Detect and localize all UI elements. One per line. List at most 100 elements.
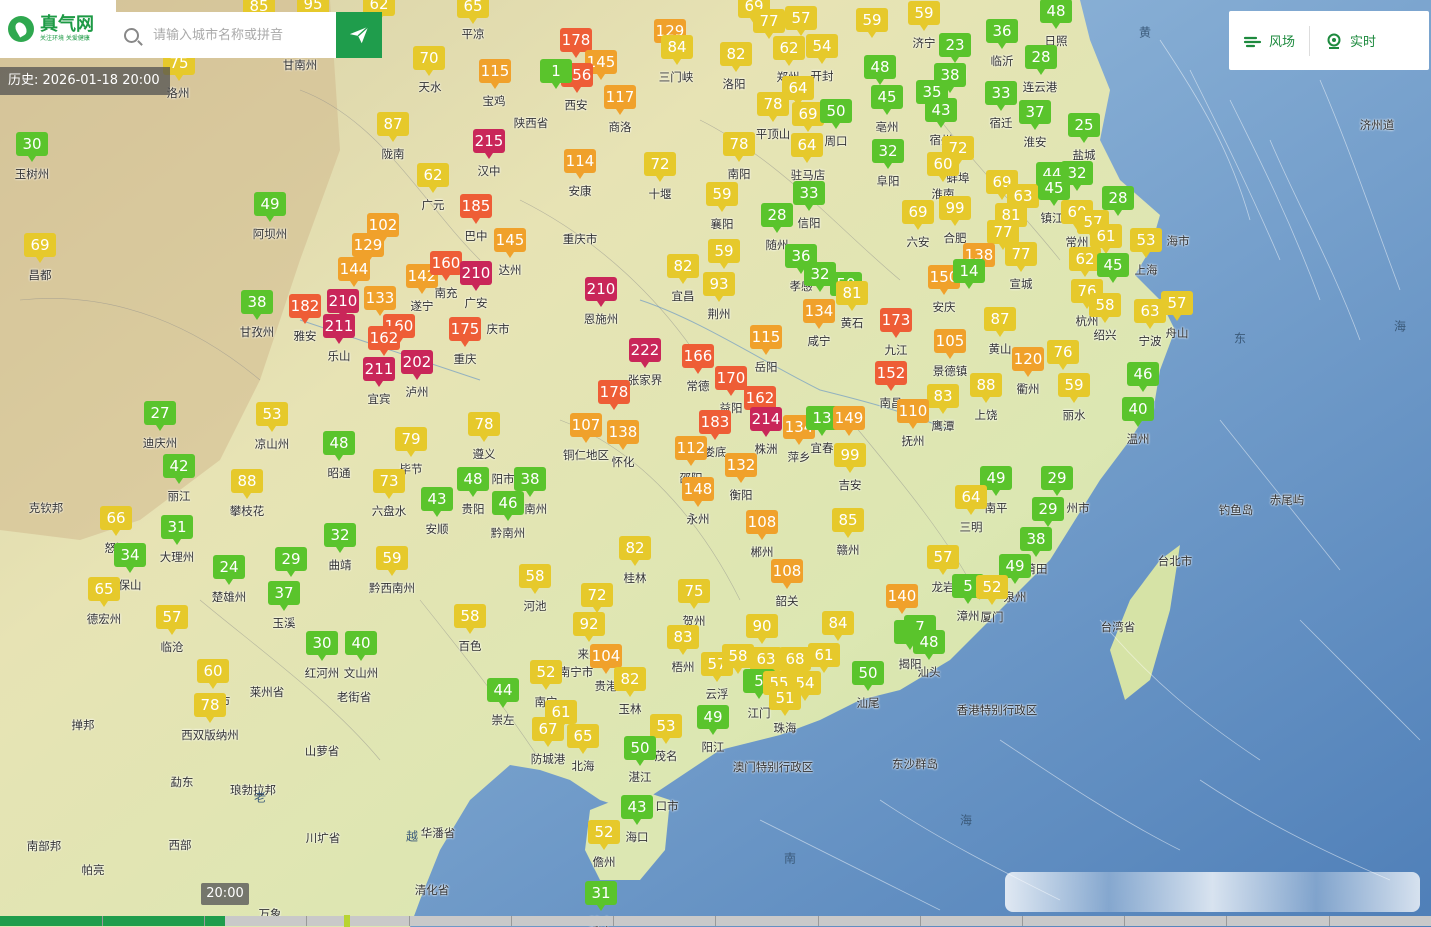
aqi-marker[interactable]: 183 bbox=[699, 410, 731, 440]
aqi-marker[interactable]: 66 bbox=[100, 506, 132, 536]
aqi-marker[interactable]: 1 bbox=[540, 59, 572, 89]
aqi-marker[interactable]: 88 bbox=[970, 373, 1002, 403]
aqi-marker[interactable]: 70 bbox=[413, 46, 445, 76]
aqi-marker[interactable]: 144 bbox=[338, 257, 370, 287]
aqi-marker[interactable]: 45 bbox=[1038, 176, 1070, 206]
aqi-marker[interactable]: 62 bbox=[417, 163, 449, 193]
aqi-marker[interactable]: 37 bbox=[1019, 100, 1051, 130]
aqi-marker[interactable]: 84 bbox=[822, 611, 854, 641]
aqi-marker[interactable]: 82 bbox=[614, 667, 646, 697]
aqi-marker[interactable]: 120 bbox=[1012, 347, 1044, 377]
aqi-marker[interactable]: 148 bbox=[682, 477, 714, 507]
aqi-marker[interactable]: 214 bbox=[750, 407, 782, 437]
map-canvas[interactable]: 甘南州平凉洛州天水宝鸡陕西省西安商洛三门峡洛阳郑州开封济宁临沂日照连云港徐州宿迁… bbox=[0, 0, 1431, 927]
aqi-marker[interactable]: 53 bbox=[1130, 228, 1162, 258]
aqi-marker[interactable]: 36 bbox=[986, 19, 1018, 49]
aqi-marker[interactable]: 211 bbox=[323, 314, 355, 344]
aqi-marker[interactable]: 152 bbox=[875, 361, 907, 391]
aqi-marker[interactable]: 83 bbox=[667, 625, 699, 655]
aqi-marker[interactable]: 79 bbox=[395, 427, 427, 457]
aqi-marker[interactable]: 78 bbox=[194, 693, 226, 723]
wind-field-button[interactable]: 风场 bbox=[1229, 11, 1309, 70]
aqi-marker[interactable]: 114 bbox=[564, 149, 596, 179]
aqi-marker[interactable]: 140 bbox=[886, 584, 918, 614]
aqi-marker[interactable]: 215 bbox=[473, 129, 505, 159]
aqi-marker[interactable]: 28 bbox=[1102, 186, 1134, 216]
aqi-marker[interactable]: 63 bbox=[750, 647, 782, 677]
aqi-marker[interactable]: 29 bbox=[1041, 466, 1073, 496]
aqi-marker[interactable]: 134 bbox=[803, 299, 835, 329]
aqi-marker[interactable]: 76 bbox=[1047, 340, 1079, 370]
aqi-marker[interactable]: 61 bbox=[808, 643, 840, 673]
aqi-marker[interactable]: 210 bbox=[327, 289, 359, 319]
aqi-marker[interactable]: 50 bbox=[624, 736, 656, 766]
aqi-marker[interactable]: 49 bbox=[254, 192, 286, 222]
aqi-marker[interactable]: 30 bbox=[306, 631, 338, 661]
aqi-marker[interactable]: 69 bbox=[24, 233, 56, 263]
aqi-marker[interactable]: 210 bbox=[460, 261, 492, 291]
aqi-marker[interactable]: 34 bbox=[114, 543, 146, 573]
aqi-marker[interactable]: 178 bbox=[560, 28, 592, 58]
aqi-marker[interactable]: 99 bbox=[939, 196, 971, 226]
aqi-marker[interactable]: 110 bbox=[897, 399, 929, 429]
aqi-marker[interactable]: 14 bbox=[953, 259, 985, 289]
aqi-marker[interactable]: 46 bbox=[1127, 362, 1159, 392]
aqi-marker[interactable]: 64 bbox=[955, 485, 987, 515]
aqi-marker[interactable]: 59 bbox=[1058, 373, 1090, 403]
aqi-marker[interactable]: 117 bbox=[604, 85, 636, 115]
aqi-marker[interactable]: 40 bbox=[1122, 397, 1154, 427]
aqi-marker[interactable]: 160 bbox=[430, 251, 462, 281]
aqi-marker[interactable]: 88 bbox=[231, 469, 263, 499]
aqi-marker[interactable]: 57 bbox=[785, 6, 817, 36]
aqi-marker[interactable]: 112 bbox=[675, 436, 707, 466]
aqi-marker[interactable]: 72 bbox=[644, 152, 676, 182]
aqi-marker[interactable]: 92 bbox=[573, 612, 605, 642]
aqi-marker[interactable]: 83 bbox=[927, 384, 959, 414]
aqi-marker[interactable]: 27 bbox=[144, 401, 176, 431]
aqi-marker[interactable]: 37 bbox=[268, 581, 300, 611]
aqi-marker[interactable]: 43 bbox=[621, 795, 653, 825]
aqi-marker[interactable]: 57 bbox=[927, 545, 959, 575]
realtime-button[interactable]: 实时 bbox=[1310, 11, 1390, 70]
aqi-marker[interactable]: 60 bbox=[197, 659, 229, 689]
aqi-marker[interactable]: 38 bbox=[1020, 527, 1052, 557]
aqi-marker[interactable]: 69 bbox=[902, 200, 934, 230]
aqi-marker[interactable]: 48 bbox=[1040, 0, 1072, 29]
aqi-marker[interactable]: 64 bbox=[791, 133, 823, 163]
aqi-marker[interactable]: 133 bbox=[364, 286, 396, 316]
aqi-marker[interactable]: 52 bbox=[588, 820, 620, 850]
aqi-marker[interactable]: 108 bbox=[771, 559, 803, 589]
aqi-marker[interactable]: 28 bbox=[761, 203, 793, 233]
aqi-marker[interactable]: 33 bbox=[985, 81, 1017, 111]
aqi-marker[interactable]: 82 bbox=[667, 254, 699, 284]
aqi-marker[interactable]: 104 bbox=[590, 644, 622, 674]
logo[interactable]: 真气网 关注环境 关爱健康 bbox=[0, 0, 116, 58]
aqi-marker[interactable]: 178 bbox=[598, 380, 630, 410]
aqi-marker[interactable]: 59 bbox=[376, 546, 408, 576]
aqi-marker[interactable]: 210 bbox=[585, 277, 617, 307]
aqi-marker[interactable]: 60 bbox=[927, 152, 959, 182]
aqi-marker[interactable]: 173 bbox=[880, 308, 912, 338]
aqi-marker[interactable]: 115 bbox=[479, 59, 511, 89]
aqi-marker[interactable]: 84 bbox=[661, 35, 693, 65]
aqi-marker[interactable]: 138 bbox=[607, 420, 639, 450]
aqi-marker[interactable]: 65 bbox=[88, 577, 120, 607]
aqi-marker[interactable]: 58 bbox=[1089, 293, 1121, 323]
aqi-marker[interactable]: 77 bbox=[1005, 242, 1037, 272]
aqi-marker[interactable]: 85 bbox=[832, 508, 864, 538]
aqi-marker[interactable]: 87 bbox=[984, 307, 1016, 337]
aqi-marker[interactable]: 48 bbox=[864, 55, 896, 85]
aqi-marker[interactable]: 58 bbox=[454, 604, 486, 634]
aqi-marker[interactable]: 32 bbox=[872, 139, 904, 169]
aqi-marker[interactable]: 53 bbox=[650, 714, 682, 744]
aqi-marker[interactable]: 77 bbox=[753, 9, 785, 39]
aqi-marker[interactable]: 166 bbox=[682, 344, 714, 374]
aqi-marker[interactable]: 67 bbox=[532, 717, 564, 747]
aqi-marker[interactable]: 105 bbox=[934, 329, 966, 359]
aqi-marker[interactable]: 93 bbox=[703, 272, 735, 302]
aqi-marker[interactable]: 50 bbox=[852, 661, 884, 691]
aqi-marker[interactable]: 132 bbox=[725, 453, 757, 483]
aqi-marker[interactable]: 49 bbox=[697, 705, 729, 735]
aqi-marker[interactable]: 40 bbox=[345, 631, 377, 661]
aqi-marker[interactable]: 75 bbox=[678, 579, 710, 609]
